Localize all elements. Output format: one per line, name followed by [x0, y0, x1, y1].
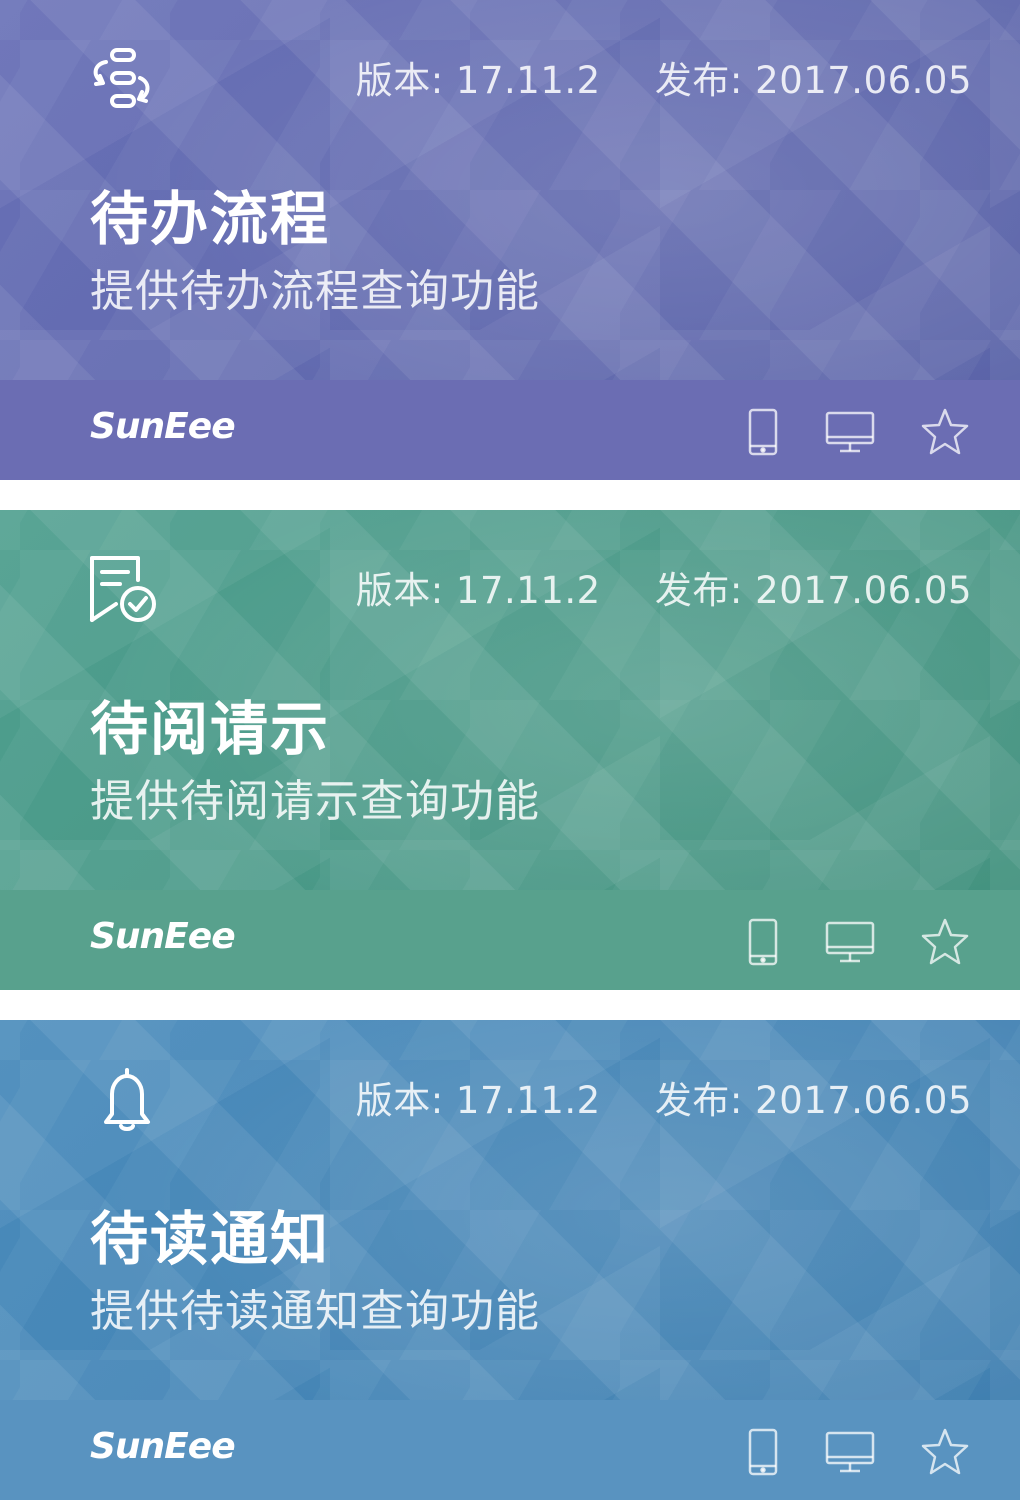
card-subtitle: 提供待读通知查询功能	[90, 1286, 540, 1337]
version-info: 版本: 17.11.2 发布: 2017.06.05	[356, 50, 972, 104]
card-footer: SunEee	[0, 890, 1020, 990]
desktop-icon[interactable]	[822, 914, 878, 970]
app-card-workflow[interactable]: 版本: 17.11.2 发布: 2017.06.05 待办流程 提供待办流程查询…	[0, 0, 1020, 480]
card-footer: SunEee	[0, 1400, 1020, 1500]
card-title: 待办流程	[90, 185, 331, 253]
workflow-sync-icon	[86, 42, 158, 114]
version-label: 版本: 17.11.2	[355, 1079, 601, 1122]
card-subtitle: 提供待办流程查询功能	[90, 266, 540, 317]
card-title: 待阅请示	[90, 695, 331, 763]
brand-logo: SunEee	[90, 916, 236, 957]
app-card-notice[interactable]: 版本: 17.11.2 发布: 2017.06.05 待读通知 提供待读通知查询…	[0, 1020, 1020, 1500]
app-card-review[interactable]: 版本: 17.11.2 发布: 2017.06.05 待阅请示 提供待阅请示查询…	[0, 510, 1020, 990]
mobile-icon[interactable]	[735, 404, 791, 460]
desktop-icon[interactable]	[822, 1424, 878, 1480]
version-label: 版本: 17.11.2	[355, 569, 601, 612]
star-icon[interactable]	[917, 1424, 973, 1480]
mobile-icon[interactable]	[735, 1424, 791, 1480]
mobile-icon[interactable]	[735, 914, 791, 970]
publish-date: 发布: 2017.06.05	[654, 59, 972, 102]
star-icon[interactable]	[917, 914, 973, 970]
publish-date: 发布: 2017.06.05	[654, 1079, 972, 1122]
card-subtitle: 提供待阅请示查询功能	[90, 776, 540, 827]
document-check-icon	[86, 552, 158, 624]
desktop-icon[interactable]	[822, 404, 878, 460]
version-info: 版本: 17.11.2 发布: 2017.06.05	[356, 560, 972, 614]
star-icon[interactable]	[917, 404, 973, 460]
brand-logo: SunEee	[90, 1426, 236, 1467]
brand-logo: SunEee	[90, 406, 236, 447]
bell-icon	[86, 1062, 158, 1134]
version-label: 版本: 17.11.2	[355, 59, 601, 102]
publish-date: 发布: 2017.06.05	[654, 569, 972, 612]
version-info: 版本: 17.11.2 发布: 2017.06.05	[356, 1070, 972, 1124]
card-title: 待读通知	[90, 1205, 331, 1273]
card-footer: SunEee	[0, 380, 1020, 480]
